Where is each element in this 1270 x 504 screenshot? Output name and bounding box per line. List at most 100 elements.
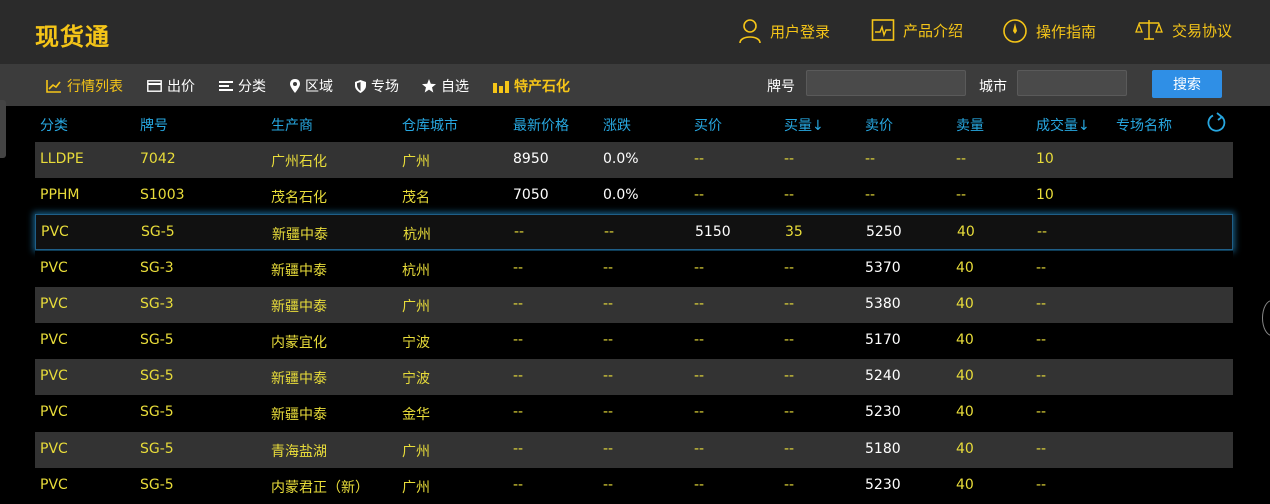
table-row[interactable]: PVC SG-5 内蒙君正（新） 广州 -- -- -- -- 5230 40 -- bbox=[35, 467, 1233, 504]
cell-grade: SG-5 bbox=[140, 332, 174, 348]
compass-icon bbox=[1003, 19, 1027, 43]
scroll-indicator[interactable] bbox=[1262, 300, 1270, 336]
cell-ask-volume: 40 bbox=[956, 295, 974, 312]
table-row[interactable]: PPHM S1003 茂名石化 茂名 7050 0.0% -- -- -- -- 10 bbox=[35, 178, 1233, 215]
cell-category: PVC bbox=[40, 368, 68, 385]
cell-change: -- bbox=[604, 224, 615, 241]
nav-login-label: 用户登录 bbox=[770, 22, 831, 41]
cell-bid-volume: 35 bbox=[785, 224, 803, 241]
col-category[interactable]: 分类 bbox=[40, 115, 68, 135]
cell-turnover: -- bbox=[1036, 368, 1047, 385]
cell-turnover: -- bbox=[1036, 440, 1047, 457]
brand-filter-input[interactable] bbox=[806, 70, 966, 96]
table-row[interactable]: PVC SG-3 新疆中泰 杭州 -- -- -- -- 5370 40 -- bbox=[35, 250, 1233, 287]
col-ask-price[interactable]: 卖价 bbox=[865, 115, 893, 135]
tab-petrochem[interactable]: 特产石化 bbox=[493, 76, 570, 96]
cell-category: PVC bbox=[40, 440, 68, 457]
cell-ask-volume: -- bbox=[956, 187, 967, 204]
cell-change: -- bbox=[603, 476, 614, 493]
tab-favorites[interactable]: 自选 bbox=[422, 76, 469, 96]
cell-change: -- bbox=[603, 259, 614, 276]
cell-category: PVC bbox=[40, 332, 68, 348]
cell-warehouse-city: 宁波 bbox=[402, 335, 430, 351]
city-filter-input[interactable] bbox=[1017, 70, 1127, 96]
cell-grade: S1003 bbox=[140, 187, 185, 204]
tab-favorites-label: 自选 bbox=[441, 79, 469, 95]
col-ask-volume[interactable]: 卖量 bbox=[956, 115, 984, 135]
cell-producer: 新疆中泰 bbox=[272, 227, 328, 244]
cell-turnover: 10 bbox=[1036, 151, 1054, 167]
table-row[interactable]: PVC SG-5 内蒙宜化 宁波 -- -- -- -- 5170 40 -- bbox=[35, 323, 1233, 359]
cell-producer: 内蒙君正（新） bbox=[271, 479, 369, 496]
col-change[interactable]: 涨跌 bbox=[603, 115, 631, 135]
cell-ask-volume: 40 bbox=[956, 404, 974, 421]
nav-guide[interactable]: 操作指南 bbox=[1002, 18, 1096, 44]
cell-bid-volume: -- bbox=[784, 476, 795, 493]
shield-icon bbox=[355, 79, 366, 93]
cell-ask-volume: 40 bbox=[956, 259, 974, 276]
cell-warehouse-city: 杭州 bbox=[403, 227, 431, 244]
cell-turnover: -- bbox=[1037, 224, 1048, 241]
col-warehouse-city[interactable]: 仓库城市 bbox=[402, 115, 458, 135]
cell-grade: SG-5 bbox=[140, 368, 174, 385]
tab-bid-label: 出价 bbox=[167, 79, 195, 95]
nav-product-intro[interactable]: 产品介绍 bbox=[871, 18, 963, 42]
cell-ask-price: -- bbox=[865, 151, 876, 167]
tab-market-list[interactable]: 行情列表 bbox=[46, 76, 123, 96]
cell-change: -- bbox=[603, 440, 614, 457]
tab-special[interactable]: 专场 bbox=[355, 76, 399, 96]
cell-latest-price: 8950 bbox=[513, 151, 549, 167]
col-bid-volume[interactable]: 买量↓ bbox=[784, 115, 824, 135]
tab-region[interactable]: 区域 bbox=[290, 76, 333, 96]
cell-bid-price: -- bbox=[694, 187, 705, 204]
tab-category-label: 分类 bbox=[238, 79, 266, 95]
cell-change: -- bbox=[603, 332, 614, 348]
cell-ask-price: 5230 bbox=[865, 404, 901, 421]
cell-ask-price: 5370 bbox=[865, 259, 901, 276]
col-special-name[interactable]: 专场名称 bbox=[1116, 115, 1172, 135]
search-button[interactable]: 搜索 bbox=[1152, 70, 1222, 98]
cell-change: -- bbox=[603, 295, 614, 312]
cell-warehouse-city: 金华 bbox=[402, 407, 430, 424]
user-icon bbox=[739, 19, 761, 44]
table-row[interactable]: PVC SG-3 新疆中泰 广州 -- -- -- -- 5380 40 -- bbox=[35, 286, 1233, 323]
nav-login[interactable]: 用户登录 bbox=[738, 18, 830, 44]
cell-ask-volume: 40 bbox=[956, 440, 974, 457]
refresh-icon[interactable] bbox=[1205, 112, 1227, 134]
cell-producer: 广州石化 bbox=[271, 154, 327, 170]
col-grade[interactable]: 牌号 bbox=[140, 115, 168, 135]
tab-bid[interactable]: 出价 bbox=[147, 76, 195, 96]
city-filter-label: 城市 bbox=[979, 79, 1007, 95]
line-chart-icon bbox=[46, 80, 61, 93]
cell-bid-volume: -- bbox=[784, 404, 795, 421]
cell-change: 0.0% bbox=[603, 151, 639, 167]
cell-category: PVC bbox=[40, 476, 68, 493]
brand-logo[interactable]: 现货通 bbox=[35, 17, 110, 52]
col-producer[interactable]: 生产商 bbox=[271, 115, 313, 135]
cell-bid-price: -- bbox=[694, 151, 705, 167]
cell-bid-price: -- bbox=[694, 368, 705, 385]
cell-grade: 7042 bbox=[140, 151, 176, 167]
bar-chart-icon bbox=[493, 81, 509, 93]
side-panel-handle[interactable] bbox=[0, 100, 6, 158]
cell-grade: SG-5 bbox=[140, 476, 174, 493]
table-row[interactable]: LLDPE 7042 广州石化 广州 8950 0.0% -- -- -- -- 10 bbox=[35, 142, 1233, 178]
table-row[interactable]: PVC SG-5 新疆中泰 杭州 -- -- 5150 35 5250 40 -- bbox=[35, 214, 1233, 251]
col-bid-price[interactable]: 买价 bbox=[694, 115, 722, 135]
cell-latest-price: 7050 bbox=[513, 187, 549, 204]
table-row[interactable]: PVC SG-5 新疆中泰 金华 -- -- -- -- 5230 40 -- bbox=[35, 395, 1233, 432]
col-latest-price[interactable]: 最新价格 bbox=[513, 115, 569, 135]
cell-change: -- bbox=[603, 404, 614, 421]
table-row[interactable]: PVC SG-5 新疆中泰 宁波 -- -- -- -- 5240 40 -- bbox=[35, 359, 1233, 396]
tab-category[interactable]: 分类 bbox=[219, 76, 266, 96]
table-row[interactable]: PVC SG-5 青海盐湖 广州 -- -- -- -- 5180 40 -- bbox=[35, 431, 1233, 468]
cell-category: PVC bbox=[40, 404, 68, 421]
tab-region-label: 区域 bbox=[305, 79, 333, 95]
col-turnover[interactable]: 成交量↓ bbox=[1036, 115, 1090, 135]
nav-product-intro-label: 产品介绍 bbox=[903, 21, 964, 40]
nav-agreement[interactable]: 交易协议 bbox=[1134, 18, 1232, 42]
cell-bid-price: -- bbox=[694, 440, 705, 457]
cell-bid-volume: -- bbox=[784, 259, 795, 276]
cell-producer: 新疆中泰 bbox=[271, 262, 327, 279]
cell-warehouse-city: 杭州 bbox=[402, 262, 430, 279]
